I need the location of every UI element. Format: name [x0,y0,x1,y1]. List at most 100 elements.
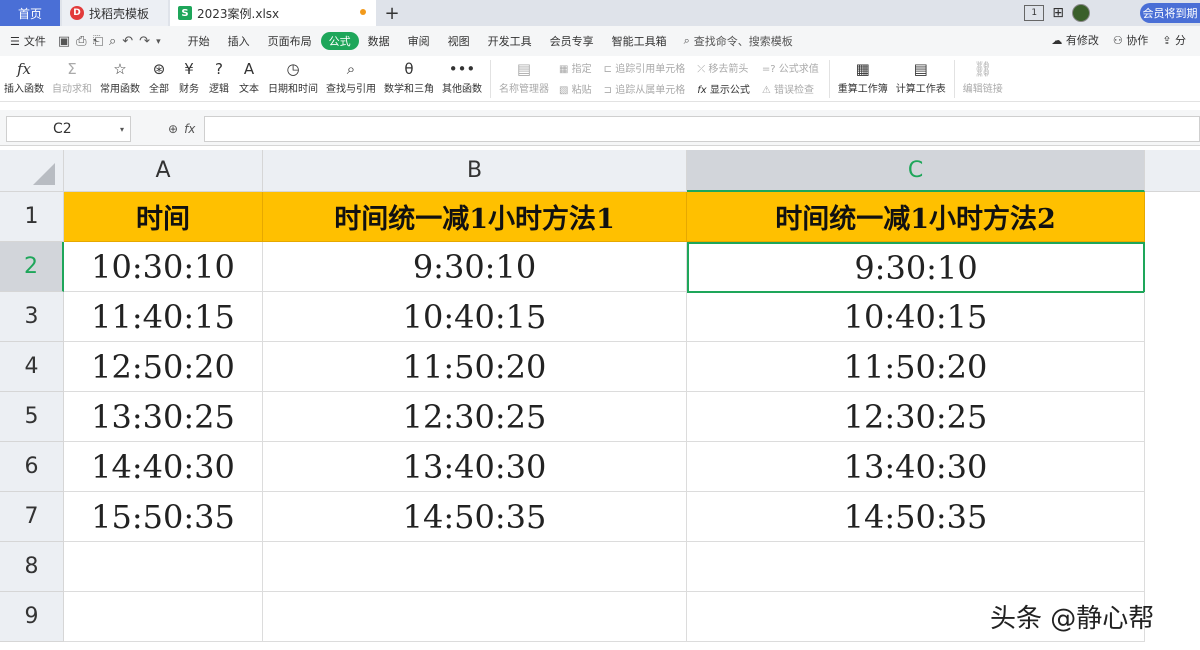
row-header-1[interactable]: 1 [0,192,64,242]
tab-home[interactable]: 首页 [0,0,60,26]
menu-tab-developer[interactable]: 开发工具 [479,32,541,50]
error-check-button[interactable]: ⚠ 错误检查 [762,81,819,96]
recalc-workbook-button[interactable]: ▦ 重算工作簿 [834,58,892,95]
cell-c1[interactable]: 时间统一减1小时方法2 [687,192,1145,242]
menu-tab-page-layout[interactable]: 页面布局 [259,32,321,50]
cell-c3[interactable]: 10:40:15 [687,292,1145,342]
menu-tab-insert[interactable]: 插入 [219,32,259,50]
row-header-8[interactable]: 8 [0,542,64,592]
quick-dropdown-icon[interactable]: ▾ [156,34,161,49]
menu-tab-formulas[interactable]: 公式 [320,32,359,50]
edit-links-button[interactable]: ⛓ 编辑链接 [959,58,1007,95]
redo-icon[interactable]: ↷ [139,34,150,49]
cell-a8[interactable] [64,542,263,592]
share-button[interactable]: ⇪ 分 [1162,32,1186,48]
file-menu[interactable]: ☰ 文件 [10,33,46,49]
column-header-a[interactable]: A [64,150,263,192]
undo-icon[interactable]: ↶ [122,34,133,49]
zoom-icon[interactable]: ⊕ [168,122,178,136]
cell-b5[interactable]: 12:30:25 [263,392,687,442]
assign-button[interactable]: ▦ 指定 [559,60,592,75]
new-tab-button[interactable]: + [382,0,402,26]
paste-label: 粘贴 [571,85,592,96]
export-icon[interactable]: ⎙ [76,34,86,49]
collab-button[interactable]: ⚇ 协作 [1113,32,1148,48]
auto-sum-button[interactable]: Σ 自动求和 [48,58,96,95]
column-header-c[interactable]: C [687,150,1145,192]
cell-a1[interactable]: 时间 [64,192,263,242]
name-box[interactable]: C2 ▾ [6,116,131,142]
cell-c6[interactable]: 13:40:30 [687,442,1145,492]
datetime-functions-button[interactable]: ◷ 日期和时间 [264,58,322,95]
lookup-label: 查找与引用 [326,84,376,95]
command-search[interactable]: ⌕ 查找命令、搜索模板 [684,33,793,49]
menu-tab-smart-tools[interactable]: 智能工具箱 [603,32,676,50]
cell-a4[interactable]: 12:50:20 [64,342,263,392]
menu-tab-data[interactable]: 数据 [359,32,399,50]
cell-c5[interactable]: 12:30:25 [687,392,1145,442]
text-functions-button[interactable]: A 文本 [234,58,264,95]
cell-c7[interactable]: 14:50:35 [687,492,1145,542]
print-icon[interactable]: ⎗ [93,34,103,49]
column-header-b[interactable]: B [263,150,687,192]
cell-b2[interactable]: 9:30:10 [263,242,687,292]
common-functions-button[interactable]: ☆ 常用函数 [96,58,144,95]
lookup-functions-button[interactable]: ⌕ 查找与引用 [322,58,380,95]
cell-a6[interactable]: 14:40:30 [64,442,263,492]
cell-b8[interactable] [263,542,687,592]
cell-c8[interactable] [687,542,1145,592]
calc-sheet-button[interactable]: ▤ 计算工作表 [892,58,950,95]
cell-c2-active[interactable]: 9:30:10 [687,242,1145,293]
cell-b9[interactable] [263,592,687,642]
save-icon[interactable]: ▣ [58,34,70,49]
avatar[interactable] [1072,4,1090,22]
remove-arrows-button[interactable]: ⤫ 移去箭头 [697,60,750,75]
row-header-3[interactable]: 3 [0,292,64,342]
menu-tab-review[interactable]: 审阅 [399,32,439,50]
tab-home-label: 首页 [17,6,42,21]
paste-name-button[interactable]: ▧ 粘贴 [559,81,592,96]
trace-dependents-button[interactable]: ⊐ 追踪从属单元格 [604,81,686,96]
show-formulas-button[interactable]: fx 显示公式 [697,81,750,96]
insert-function-button[interactable]: fx 插入函数 [0,58,48,95]
formula-input[interactable] [204,116,1200,142]
tab-template[interactable]: D 找稻壳模板 [62,0,168,26]
menu-tab-view[interactable]: 视图 [439,32,479,50]
tab-file[interactable]: S 2023案例.xlsx [170,0,376,26]
page-view-icon[interactable]: 1 [1024,5,1045,21]
row-header-4[interactable]: 4 [0,342,64,392]
cell-b6[interactable]: 13:40:30 [263,442,687,492]
cell-b7[interactable]: 14:50:35 [263,492,687,542]
other-functions-button[interactable]: ••• 其他函数 [438,58,486,95]
cell-c4[interactable]: 11:50:20 [687,342,1145,392]
math-functions-button[interactable]: θ 数学和三角 [380,58,438,95]
vip-badge[interactable]: 会员将到期 [1140,3,1200,23]
trace-precedents-button[interactable]: ⊏ 追踪引用单元格 [604,60,686,75]
menu-tab-member[interactable]: 会员专享 [541,32,603,50]
name-manager-button[interactable]: ▤ 名称管理器 [495,58,553,95]
finance-functions-button[interactable]: ¥ 财务 [174,58,204,95]
cell-a7[interactable]: 15:50:35 [64,492,263,542]
row-header-6[interactable]: 6 [0,442,64,492]
formula-eval-button[interactable]: =? 公式求值 [762,60,819,75]
row-header-5[interactable]: 5 [0,392,64,442]
row-header-2[interactable]: 2 [0,242,64,292]
cell-b4[interactable]: 11:50:20 [263,342,687,392]
menu-tab-start[interactable]: 开始 [179,32,219,50]
preview-icon[interactable]: ⌕ [109,34,116,49]
cell-b3[interactable]: 10:40:15 [263,292,687,342]
cell-a9[interactable] [64,592,263,642]
cell-a3[interactable]: 11:40:15 [64,292,263,342]
apps-grid-icon[interactable]: ⊞ [1052,5,1064,21]
cell-a5[interactable]: 13:30:25 [64,392,263,442]
cell-a2[interactable]: 10:30:10 [64,242,263,292]
cell-b1[interactable]: 时间统一减1小时方法1 [263,192,687,242]
select-all-corner[interactable] [0,150,64,192]
all-functions-button[interactable]: ⊛ 全部 [144,58,174,95]
row-header-9[interactable]: 9 [0,592,64,642]
chevron-down-icon[interactable]: ▾ [120,125,124,134]
fx-button[interactable]: fx [184,122,195,136]
changes-button[interactable]: ☁ 有修改 [1051,32,1099,48]
logic-functions-button[interactable]: ? 逻辑 [204,58,234,95]
row-header-7[interactable]: 7 [0,492,64,542]
